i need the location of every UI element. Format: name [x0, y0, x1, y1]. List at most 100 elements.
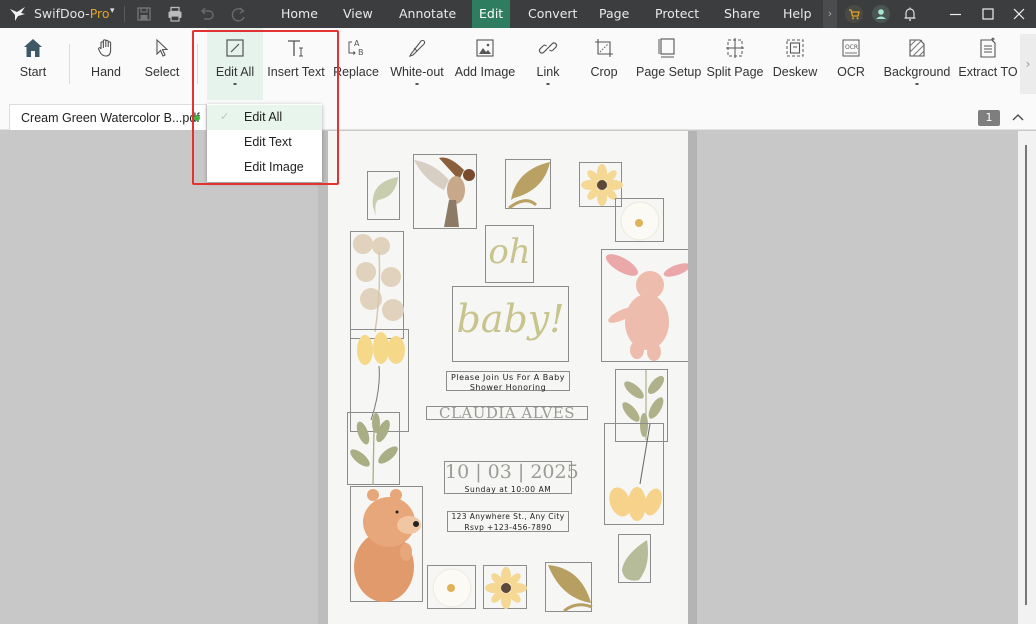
green-leaves-image: [350, 413, 398, 486]
title-bar: SwifDoo-Pro ▾ Home View Annotate Edit Co…: [0, 0, 1036, 28]
ribbon-divider: [69, 44, 70, 84]
text-element-name[interactable]: CLAUDIA ALVES: [426, 404, 588, 422]
link-button[interactable]: Link: [528, 28, 568, 100]
vertical-scrollbar[interactable]: [1018, 131, 1036, 624]
edit-mode-dropdown: ✓ Edit All Edit Text Edit Image: [207, 104, 322, 182]
split-page-button[interactable]: Split Page: [706, 28, 764, 100]
pdf-page[interactable]: oh baby! Please Join Us For A Baby Showe…: [328, 131, 688, 624]
undo-icon[interactable]: [198, 5, 216, 23]
invite-line-2: Shower Honoring: [469, 383, 547, 392]
text-element-invite[interactable]: Please Join Us For A Baby Shower Honorin…: [446, 371, 570, 392]
menu-protect[interactable]: Protect: [648, 0, 706, 28]
green-leaf-image: [372, 177, 398, 216]
dropdown-item-edit-image[interactable]: Edit Image: [207, 155, 322, 180]
menu-convert[interactable]: Convert: [521, 0, 584, 28]
start-label: Start: [19, 65, 47, 79]
ocr-label: OCR: [837, 65, 865, 79]
image-element-bunny[interactable]: [601, 249, 688, 362]
bottom-yellow-flower-image: [485, 567, 527, 609]
menu-home[interactable]: Home: [274, 0, 325, 28]
oh-text: oh: [488, 232, 531, 272]
document-tab[interactable]: Cream Green Watercolor B...pdf: [9, 104, 207, 130]
insert-text-button[interactable]: Insert Text: [265, 28, 327, 100]
crop-icon: [595, 39, 613, 57]
save-icon[interactable]: [135, 5, 153, 23]
maximize-icon[interactable]: [972, 0, 1004, 28]
menu-help[interactable]: Help: [776, 0, 819, 28]
background-button[interactable]: Background: [882, 28, 952, 100]
image-element-white-flower[interactable]: [615, 198, 664, 242]
document-tab-bar: Cream Green Watercolor B...pdf: [0, 100, 1036, 130]
event-address: 123 Anywhere St., Any City: [451, 512, 565, 521]
print-icon[interactable]: [166, 5, 184, 23]
white-out-button[interactable]: White-out: [387, 28, 447, 100]
menu-view[interactable]: View: [336, 0, 380, 28]
app-name: SwifDoo-Pro: [34, 6, 110, 21]
text-element-baby[interactable]: baby!: [452, 286, 569, 362]
link-dropdown-caret[interactable]: [546, 83, 550, 85]
cart-icon[interactable]: [845, 5, 863, 23]
dropdown-item-edit-all[interactable]: ✓ Edit All: [207, 105, 322, 130]
hand-label: Hand: [91, 65, 121, 79]
cursor-icon: [156, 38, 169, 57]
collapse-ribbon-chevron-up-icon[interactable]: [1010, 110, 1026, 126]
select-button[interactable]: Select: [140, 28, 184, 100]
dropdown-item-edit-text[interactable]: Edit Text: [207, 130, 322, 155]
bottom-white-flower-image: [432, 568, 472, 608]
text-element-address[interactable]: 123 Anywhere St., Any City Rsvp +123-456…: [447, 511, 569, 532]
edit-ribbon: Start Hand Select Edit All Insert Text A…: [0, 28, 1036, 100]
menu-page[interactable]: Page: [592, 0, 636, 28]
menu-annotate[interactable]: Annotate: [392, 0, 463, 28]
extract-toc-icon: [980, 37, 996, 58]
split-page-label: Split Page: [706, 65, 764, 79]
image-element-green-leaves[interactable]: [347, 412, 400, 486]
image-element-olive-leaf[interactable]: [505, 159, 551, 210]
eraser-pen-icon: [408, 39, 426, 57]
app-menu-caret-icon[interactable]: ▾: [110, 6, 115, 16]
extract-toc-button[interactable]: Extract TO: [958, 28, 1018, 100]
replace-button[interactable]: A B Replace: [333, 28, 379, 100]
deskew-button[interactable]: Deskew: [772, 28, 818, 100]
ocr-button[interactable]: OCR OCR: [832, 28, 870, 100]
close-icon[interactable]: [1003, 0, 1035, 28]
image-element-eucalyptus[interactable]: [350, 231, 404, 339]
image-element-bear[interactable]: [350, 486, 423, 602]
menu-edit[interactable]: Edit: [472, 0, 511, 28]
menu-more-chevron-icon[interactable]: ›: [823, 0, 837, 28]
image-element-bird[interactable]: [413, 154, 477, 229]
ocr-icon: OCR: [842, 39, 860, 57]
image-element-right-tulip[interactable]: [604, 423, 664, 525]
scrollbar-thumb[interactable]: [1025, 145, 1027, 605]
page-setup-button[interactable]: Page Setup: [636, 28, 701, 100]
page-gutter-left: [318, 131, 328, 624]
account-icon[interactable]: [872, 5, 890, 23]
dropdown-item-label: Edit Image: [244, 160, 304, 174]
document-tab-title: Cream Green Watercolor B...pdf: [21, 111, 200, 125]
background-dropdown-caret[interactable]: [915, 83, 919, 85]
text-element-oh[interactable]: oh: [485, 225, 534, 283]
hand-button[interactable]: Hand: [82, 28, 130, 100]
svg-text:B: B: [358, 48, 364, 57]
text-cursor-icon: [288, 40, 303, 57]
menu-share[interactable]: Share: [717, 0, 767, 28]
minimize-icon[interactable]: [940, 0, 972, 28]
image-element-green-leaf[interactable]: [367, 171, 400, 220]
edit-box-icon: [226, 39, 244, 57]
white-out-dropdown-caret[interactable]: [415, 83, 419, 85]
ribbon-scroll-right-icon[interactable]: ›: [1020, 34, 1036, 94]
image-element-bottom-yellow-flower[interactable]: [483, 565, 527, 609]
start-button[interactable]: Start: [8, 28, 58, 100]
crop-button[interactable]: Crop: [584, 28, 624, 100]
add-image-label: Add Image: [454, 65, 516, 79]
redo-icon[interactable]: [230, 5, 248, 23]
swifdoo-logo-icon: [10, 7, 25, 21]
notification-bell-icon[interactable]: [901, 5, 919, 23]
edit-all-button[interactable]: Edit All: [207, 28, 263, 100]
edit-all-dropdown-caret[interactable]: [233, 83, 237, 85]
text-element-date[interactable]: 10 | 03 | 2025 Sunday at 10:00 AM: [444, 461, 579, 494]
image-element-green-drop[interactable]: [618, 534, 651, 583]
image-element-bottom-white-flower[interactable]: [427, 565, 476, 609]
add-image-button[interactable]: Add Image: [454, 28, 516, 100]
white-out-label: White-out: [390, 65, 444, 79]
image-element-bottom-olive-leaf[interactable]: [545, 562, 593, 613]
